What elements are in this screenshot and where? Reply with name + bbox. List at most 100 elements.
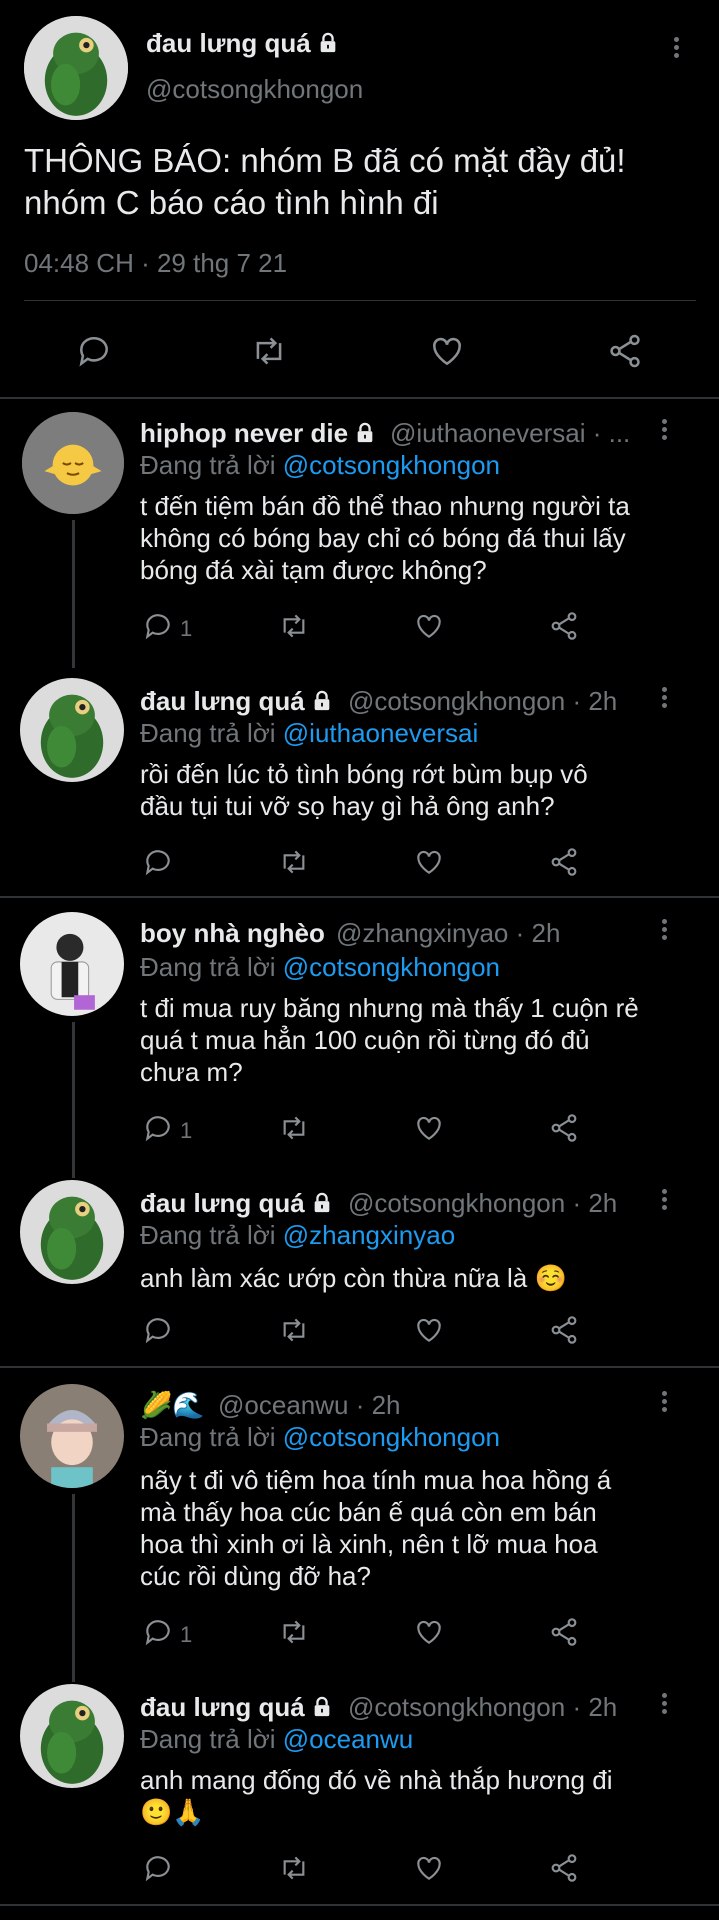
like-button[interactable] bbox=[413, 610, 445, 646]
retweet-button[interactable] bbox=[278, 610, 310, 646]
reply-button[interactable] bbox=[142, 1112, 174, 1148]
tweet-text-line: nhóm C báo cáo tình hình đi bbox=[24, 184, 439, 221]
share-button[interactable] bbox=[548, 1314, 580, 1350]
thread-line bbox=[72, 1022, 75, 1178]
retweet-button[interactable] bbox=[278, 1616, 310, 1652]
author-name[interactable]: đau lưng quá bbox=[146, 28, 339, 59]
retweet-icon bbox=[283, 1856, 305, 1880]
avatar[interactable] bbox=[20, 1684, 124, 1788]
reply-count: 1 bbox=[180, 1118, 193, 1143]
like-button[interactable] bbox=[413, 1616, 445, 1652]
retweet-button[interactable] bbox=[278, 846, 310, 882]
like-button[interactable] bbox=[413, 1852, 445, 1888]
reply-author-handle[interactable]: @cotsongkhongon · 2h bbox=[348, 686, 617, 717]
lock-icon bbox=[320, 32, 336, 53]
like-icon bbox=[417, 850, 441, 874]
more-vertical-icon[interactable] bbox=[652, 416, 676, 448]
author-handle[interactable]: @cotsongkhongon bbox=[146, 74, 363, 105]
reply-author-name[interactable]: đau lưng quá bbox=[140, 686, 333, 717]
like-icon bbox=[417, 1116, 441, 1140]
reply-text: anh làm xác ướp còn thừa nữa là ☺️ bbox=[140, 1262, 700, 1294]
share-button[interactable] bbox=[548, 846, 580, 882]
reply-icon bbox=[79, 336, 108, 367]
retweet-button[interactable] bbox=[250, 332, 288, 368]
mention-link[interactable]: @zhangxinyao bbox=[283, 1220, 455, 1250]
reply-text-line: cúc rồi dùng đỡ ha? bbox=[140, 1561, 371, 1591]
person-avatar-image bbox=[20, 1384, 124, 1488]
avatar[interactable] bbox=[24, 16, 128, 120]
mention-link[interactable]: @oceanwu bbox=[283, 1724, 413, 1754]
like-button[interactable] bbox=[413, 846, 445, 882]
share-button[interactable] bbox=[548, 1852, 580, 1888]
reply-author-handle[interactable]: @iuthaoneversai · ... bbox=[390, 418, 630, 449]
avatar[interactable] bbox=[20, 1180, 124, 1284]
divider bbox=[0, 896, 719, 898]
like-icon bbox=[433, 337, 461, 366]
retweet-icon bbox=[283, 1620, 305, 1644]
reply-author-handle[interactable]: @cotsongkhongon · 2h bbox=[348, 1692, 617, 1723]
reply-author-handle[interactable]: @cotsongkhongon · 2h bbox=[348, 1188, 617, 1219]
reply-author-handle[interactable]: @oceanwu · 2h bbox=[218, 1390, 401, 1421]
reply-button[interactable] bbox=[142, 846, 174, 882]
divider bbox=[0, 1904, 719, 1906]
mention-link[interactable]: @iuthaoneversai bbox=[283, 718, 479, 748]
replying-to: Đang trả lời @cotsongkhongon bbox=[140, 450, 500, 480]
person-avatar-image bbox=[20, 912, 124, 1016]
reply-count: 1 bbox=[180, 616, 193, 641]
reply-text-line: t đến tiệm bán đồ thể thao nhưng người t… bbox=[140, 491, 630, 521]
retweet-icon bbox=[283, 614, 305, 638]
replying-to: Đang trả lời @iuthaoneversai bbox=[140, 718, 479, 748]
share-icon bbox=[551, 612, 577, 640]
frog-avatar-image bbox=[24, 16, 128, 120]
share-icon bbox=[551, 1316, 577, 1344]
mention-link[interactable]: @cotsongkhongon bbox=[283, 450, 500, 480]
reply-text-line: chưa m? bbox=[140, 1057, 243, 1087]
reply-author-name[interactable]: đau lưng quá bbox=[140, 1692, 333, 1723]
more-vertical-icon[interactable] bbox=[652, 1186, 676, 1218]
reply-text-line: đầu tụi tui vỡ sọ hay gì hả ông anh? bbox=[140, 791, 555, 821]
reply-text: t đến tiệm bán đồ thể thao nhưng người t… bbox=[140, 490, 700, 586]
share-button[interactable] bbox=[548, 1616, 580, 1652]
reply-author-name[interactable]: đau lưng quá bbox=[140, 1188, 333, 1219]
avatar[interactable] bbox=[20, 678, 124, 782]
mention-link[interactable]: @cotsongkhongon bbox=[283, 1422, 500, 1452]
avatar[interactable] bbox=[22, 412, 124, 514]
more-vertical-icon[interactable] bbox=[652, 916, 676, 948]
reply-text: anh mang đống đó về nhà thắp hương đi 🙂🙏 bbox=[140, 1764, 700, 1828]
lock-icon bbox=[314, 690, 330, 711]
reply-button[interactable] bbox=[142, 610, 174, 646]
share-button[interactable] bbox=[548, 1112, 580, 1148]
more-vertical-icon[interactable] bbox=[664, 34, 688, 66]
lock-icon bbox=[314, 1696, 330, 1717]
share-icon bbox=[551, 1114, 577, 1142]
reply-text-line: không có bóng bay chỉ có bóng đá thui lấ… bbox=[140, 523, 626, 553]
more-vertical-icon[interactable] bbox=[652, 684, 676, 716]
mention-link[interactable]: @cotsongkhongon bbox=[283, 952, 500, 982]
like-button[interactable] bbox=[413, 1314, 445, 1350]
retweet-icon bbox=[256, 337, 282, 365]
more-vertical-icon[interactable] bbox=[652, 1690, 676, 1722]
reply-button[interactable] bbox=[75, 332, 113, 368]
share-icon bbox=[551, 1854, 577, 1882]
share-button[interactable] bbox=[606, 332, 644, 368]
retweet-button[interactable] bbox=[278, 1314, 310, 1350]
retweet-button[interactable] bbox=[278, 1112, 310, 1148]
reply-button[interactable] bbox=[142, 1314, 174, 1350]
divider bbox=[24, 300, 696, 301]
more-vertical-icon[interactable] bbox=[652, 1388, 676, 1420]
like-button[interactable] bbox=[428, 332, 466, 368]
avatar[interactable] bbox=[20, 912, 124, 1016]
tweet-text-line: THÔNG BÁO: nhóm B đã có mặt đầy đủ! bbox=[24, 142, 626, 179]
like-button[interactable] bbox=[413, 1112, 445, 1148]
reply-author-name[interactable]: boy nhà nghèo bbox=[140, 918, 325, 949]
reply-author-handle[interactable]: @zhangxinyao · 2h bbox=[336, 918, 560, 949]
reply-author-name[interactable]: 🌽🌊 bbox=[140, 1390, 205, 1421]
avatar[interactable] bbox=[20, 1384, 124, 1488]
retweet-button[interactable] bbox=[278, 1852, 310, 1888]
timestamp[interactable]: 04:48 CH · 29 thg 7 21 bbox=[24, 248, 287, 279]
reply-icon bbox=[145, 614, 170, 640]
share-button[interactable] bbox=[548, 610, 580, 646]
reply-author-name[interactable]: hiphop never die bbox=[140, 418, 376, 449]
reply-button[interactable] bbox=[142, 1852, 174, 1888]
reply-button[interactable] bbox=[142, 1616, 174, 1652]
